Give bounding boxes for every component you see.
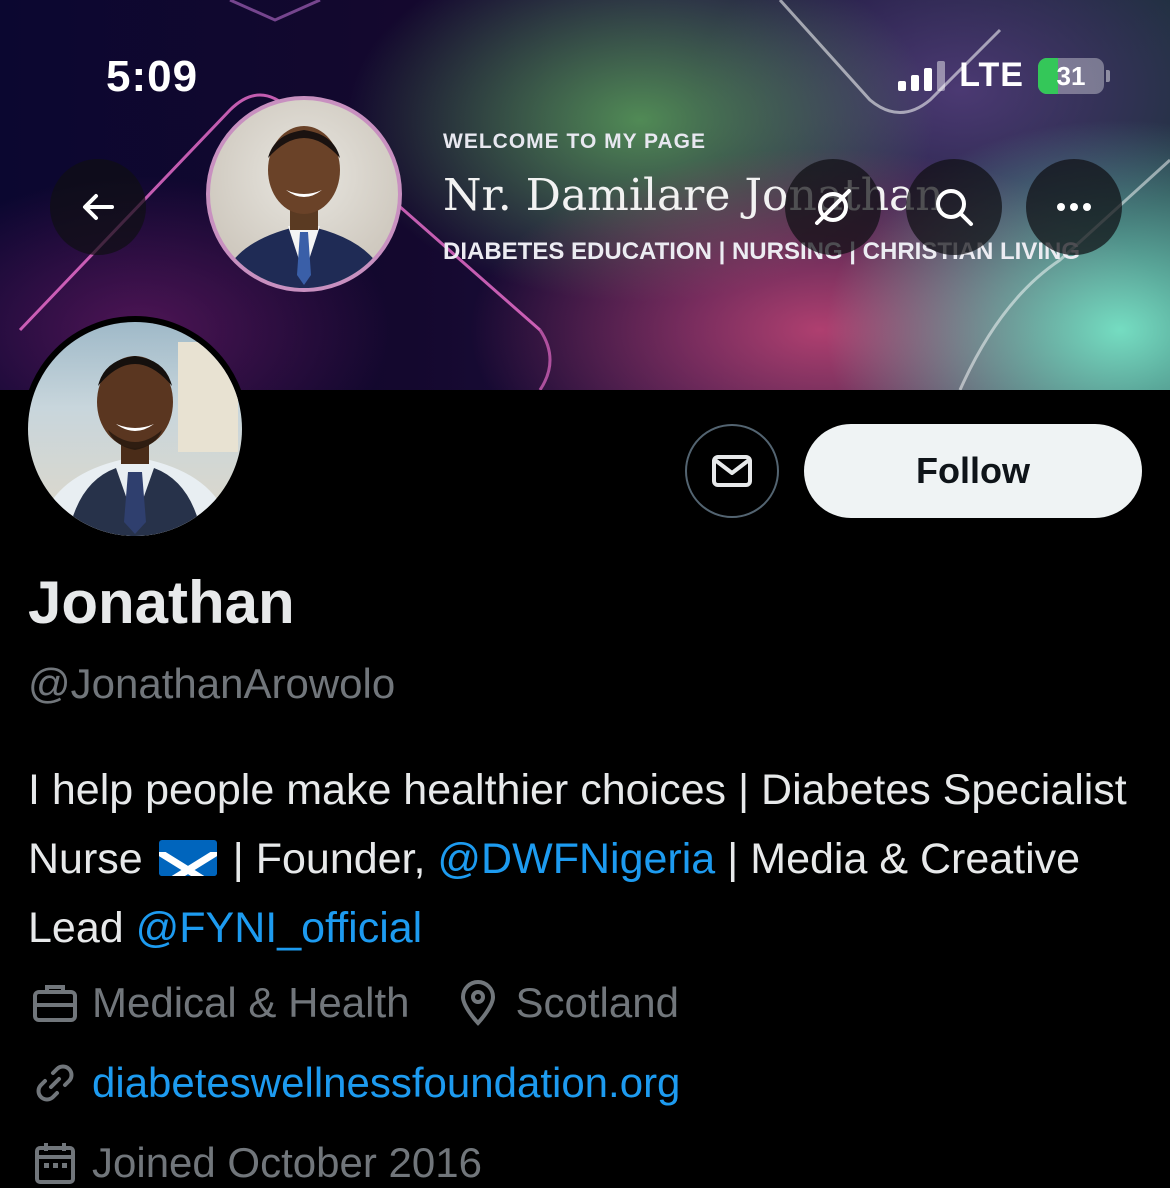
arrow-left-icon <box>83 194 114 220</box>
bio-text: | Founder, <box>220 835 438 883</box>
avatar-photo <box>28 322 242 536</box>
slashed-circle-icon <box>815 189 851 225</box>
grok-button[interactable] <box>785 159 881 255</box>
location-pin-icon <box>453 978 503 1028</box>
profile-category: Medical & Health <box>92 979 410 1026</box>
battery-icon: 31 <box>1038 57 1104 94</box>
battery-level: 31 <box>1056 60 1086 91</box>
profile-website-row: diabeteswellnessfoundation.org <box>30 1058 680 1108</box>
more-button[interactable] <box>1026 159 1122 255</box>
message-button[interactable] <box>685 424 779 518</box>
banner-person-illustration <box>220 126 388 288</box>
banner-welcome-text: WELCOME TO MY PAGE <box>443 130 707 153</box>
link-icon <box>30 1058 80 1108</box>
scotland-flag-icon <box>158 840 217 876</box>
briefcase-icon <box>30 978 80 1028</box>
display-name: Jonathan <box>28 569 295 636</box>
avatar-person-illustration <box>38 342 238 536</box>
profile-avatar[interactable] <box>22 316 248 542</box>
status-indicators: LTE 31 <box>898 56 1110 95</box>
network-type: LTE <box>959 56 1024 94</box>
follow-button[interactable]: Follow <box>804 424 1142 518</box>
profile-bio: I help people make healthier choices | D… <box>28 756 1138 963</box>
bio-mention-link[interactable]: @DWFNigeria <box>437 835 715 883</box>
signal-icon <box>898 60 946 91</box>
profile-website-link[interactable]: diabeteswellnessfoundation.org <box>92 1059 680 1107</box>
profile-meta-row: Medical & Health Scotland <box>30 978 679 1028</box>
profile-handle: @JonathanArowolo <box>28 660 396 707</box>
banner-photo <box>206 96 402 292</box>
more-horizontal-icon <box>1057 203 1091 211</box>
back-button[interactable] <box>50 159 146 255</box>
battery-tip <box>1106 69 1110 82</box>
status-time: 5:09 <box>106 52 199 101</box>
bio-mention-link[interactable]: @FYNI_official <box>136 904 423 952</box>
search-button[interactable] <box>906 159 1002 255</box>
profile-joined-date: Joined October 2016 <box>92 1139 482 1186</box>
search-icon <box>936 189 973 226</box>
profile-location: Scotland <box>515 979 679 1026</box>
mail-icon <box>712 455 752 487</box>
